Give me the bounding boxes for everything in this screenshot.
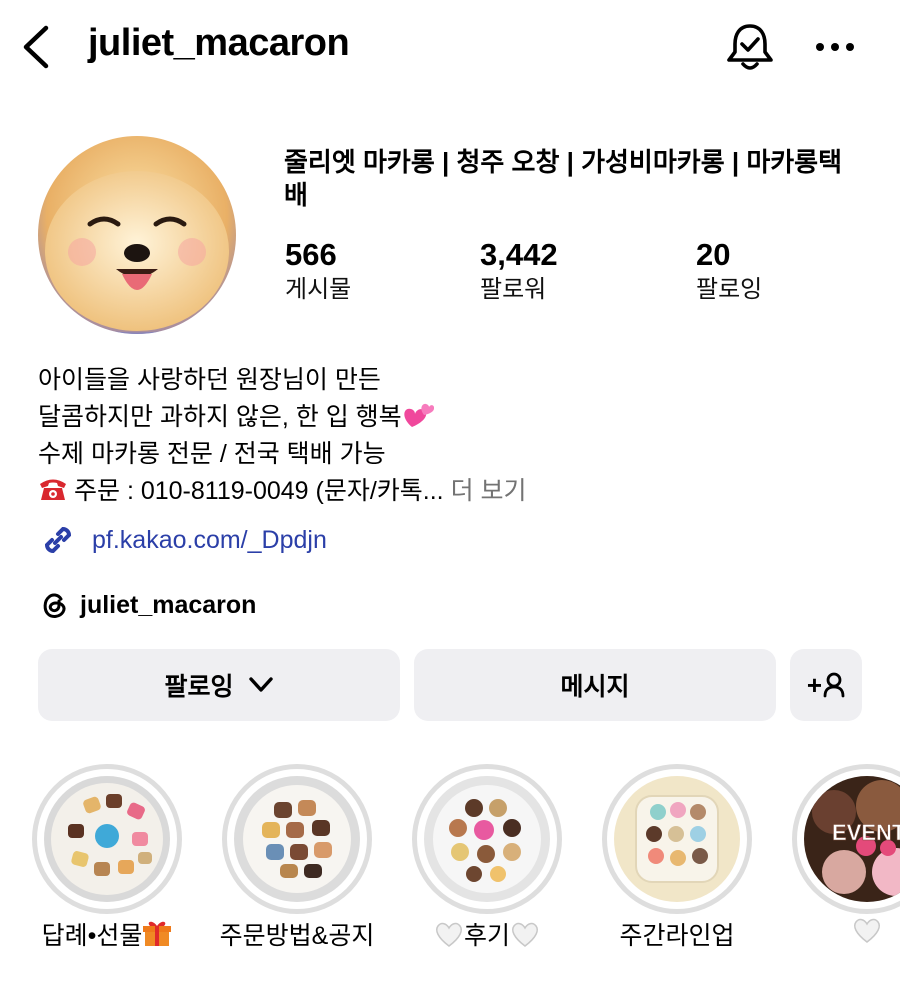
event-image-text: EVENT [832, 820, 900, 845]
highlight-cover [424, 776, 550, 902]
highlight-label [762, 916, 900, 947]
highlight-cover: EVENT [804, 776, 900, 902]
bio-line: 주문 : 010-8119-0049 (문자/카톡... 더 보기 [38, 473, 878, 510]
highlight-label-text: 후기 [463, 922, 510, 950]
highlight-label-text: 답례•선물 [41, 922, 143, 950]
threads-handle: juliet_macaron [80, 590, 257, 619]
threads-badge[interactable]: juliet_macaron [38, 586, 256, 624]
stat-following-label: 팔로잉 [696, 276, 763, 303]
profile-bio: 아이들을 사랑하던 원장님이 만든 달콤하지만 과하지 않은, 한 입 행복 수… [38, 362, 878, 510]
highlight-ring [222, 764, 372, 914]
highlight-event[interactable]: EVENT [792, 764, 900, 943]
bio-more-link[interactable]: 더 보기 [451, 477, 527, 505]
bio-line: 달콤하지만 과하지 않은, 한 입 행복 [38, 399, 878, 436]
profile-link-text[interactable]: pf.kakao.com/_Dpdjn [92, 526, 327, 555]
link-icon [44, 526, 72, 554]
white-heart-icon [436, 922, 462, 947]
profile-link[interactable]: pf.kakao.com/_Dpdjn [38, 520, 327, 560]
highlight-reviews[interactable]: 후기 [412, 764, 562, 950]
highlight-label: 답례•선물 [2, 916, 212, 952]
message-button-label: 메시지 [560, 673, 630, 701]
highlight-order-notice[interactable]: 주문방법&공지 [220, 764, 374, 950]
stat-followers-label: 팔로워 [480, 276, 547, 303]
stat-posts[interactable]: 566 게시물 [285, 236, 351, 306]
avatar-dog-illustration [38, 136, 236, 334]
more-horizontal-icon[interactable] [810, 24, 860, 70]
highlight-cover [44, 776, 170, 902]
stat-followers[interactable]: 3,442 팔로워 [480, 236, 558, 306]
bell-check-icon[interactable] [722, 20, 778, 76]
highlight-weekly-lineup[interactable]: 주간라인업 [602, 764, 752, 950]
highlight-ring [32, 764, 182, 914]
profile-avatar[interactable] [38, 136, 236, 334]
stat-following-count: 20 [696, 237, 731, 272]
profile-username-title: juliet_macaron [88, 22, 350, 64]
bio-line-text: 달콤하지만 과하지 않은, 한 입 행복 [38, 403, 402, 431]
person-icon [823, 672, 845, 698]
highlight-label: 후기 [382, 916, 592, 952]
stat-followers-count: 3,442 [480, 237, 558, 272]
following-button[interactable]: 팔로잉 [38, 649, 400, 721]
gift-icon [143, 921, 172, 946]
add-user-plus: + [806, 669, 823, 700]
chevron-left-icon[interactable] [18, 24, 58, 70]
highlight-gifts[interactable]: 답례•선물 [32, 764, 182, 950]
bio-line: 수제 마카롱 전문 / 전국 택배 가능 [38, 440, 386, 468]
white-heart-icon [854, 918, 880, 943]
highlight-cover [234, 776, 360, 902]
highlight-ring [602, 764, 752, 914]
following-button-label: 팔로잉 [164, 673, 234, 701]
telephone-icon [40, 479, 66, 500]
stat-posts-count: 566 [285, 237, 337, 272]
top-bar: juliet_macaron [0, 0, 900, 96]
add-user-button[interactable]: + [790, 649, 862, 721]
bio-line-text: 주문 : 010-8119-0049 (문자/카톡... [74, 477, 444, 505]
white-heart-icon [512, 922, 538, 947]
highlight-cover [614, 776, 740, 902]
bio-line: 아이들을 사랑하던 원장님이 만든 [38, 366, 381, 394]
message-button[interactable]: 메시지 [414, 649, 776, 721]
profile-display-name: 줄리엣 마카롱 | 청주 오창 | 가성비마카롱 | 마카롱택배 [284, 147, 843, 210]
highlight-ring [412, 764, 562, 914]
stat-posts-label: 게시물 [285, 276, 352, 303]
highlight-ring: EVENT [792, 764, 900, 914]
two-hearts-icon [404, 403, 434, 427]
threads-icon [43, 593, 66, 618]
highlight-label: 주문방법&공지 [219, 922, 375, 950]
stat-following[interactable]: 20 팔로잉 [696, 236, 762, 306]
highlight-label: 주간라인업 [619, 922, 735, 950]
chevron-down-icon [248, 677, 273, 692]
